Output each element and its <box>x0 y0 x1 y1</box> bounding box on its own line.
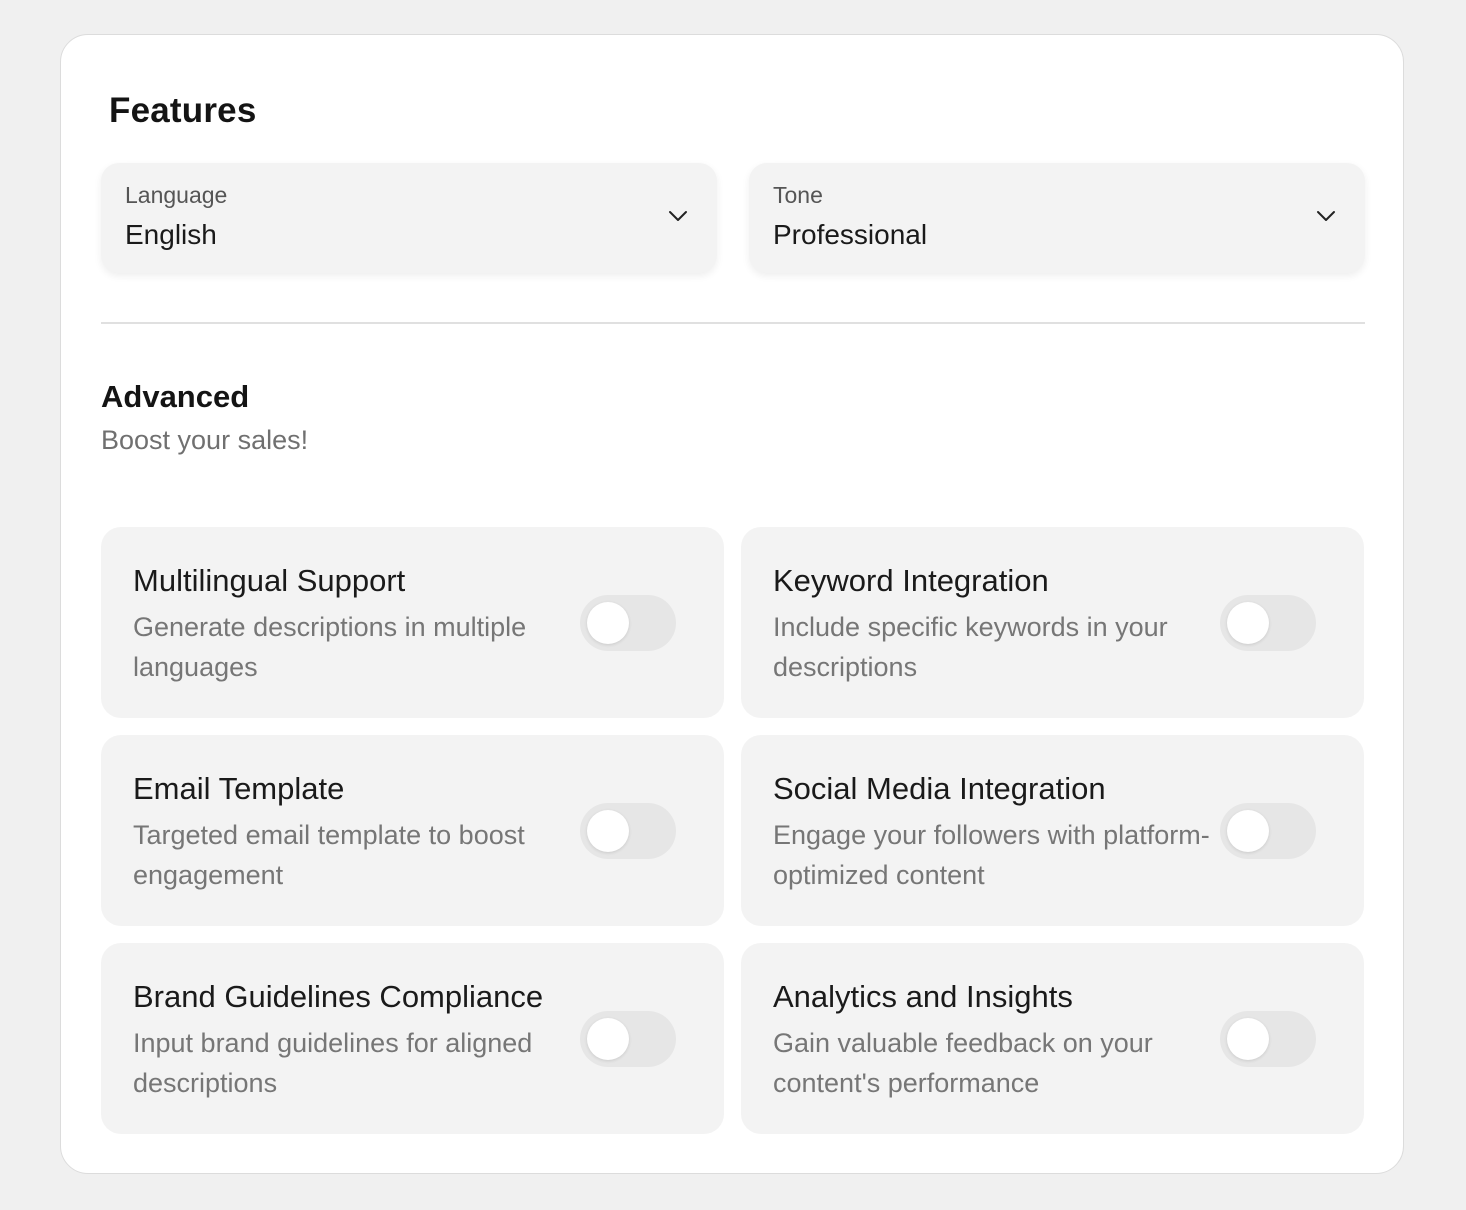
brand-guidelines-compliance-toggle[interactable] <box>580 1011 676 1067</box>
toggle-knob <box>1227 602 1269 644</box>
toggle-knob <box>587 602 629 644</box>
features-card: Features Language English Tone Professio… <box>60 34 1404 1174</box>
feature-card-analytics-and-insights: Analytics and Insights Gain valuable fee… <box>741 943 1364 1134</box>
feature-title: Email Template <box>133 771 345 806</box>
keyword-integration-toggle[interactable] <box>1220 595 1316 651</box>
toggle-knob <box>1227 810 1269 852</box>
advanced-title: Advanced <box>101 379 250 414</box>
feature-card-multilingual-support: Multilingual Support Generate descriptio… <box>101 527 724 718</box>
feature-description: Include specific keywords in your descri… <box>773 612 1168 682</box>
toggle-knob <box>587 810 629 852</box>
feature-title: Multilingual Support <box>133 563 406 598</box>
feature-description: Gain valuable feedback on your content's… <box>773 1028 1153 1098</box>
analytics-and-insights-toggle[interactable] <box>1220 1011 1316 1067</box>
feature-description: Input brand guidelines for aligned descr… <box>133 1028 533 1098</box>
social-media-integration-toggle[interactable] <box>1220 803 1316 859</box>
feature-description: Generate descriptions in multiple langua… <box>133 612 527 682</box>
toggle-knob <box>587 1018 629 1060</box>
language-label: Language <box>125 182 228 208</box>
language-value: English <box>125 219 217 250</box>
tone-select[interactable]: Tone Professional <box>749 163 1365 273</box>
tone-value: Professional <box>773 219 928 250</box>
tone-label: Tone <box>773 182 823 208</box>
feature-card-email-template: Email Template Targeted email template t… <box>101 735 724 926</box>
feature-card-social-media-integration: Social Media Integration Engage your fol… <box>741 735 1364 926</box>
feature-description: Engage your followers with platform-opti… <box>773 820 1210 890</box>
feature-title: Social Media Integration <box>773 771 1106 806</box>
email-template-toggle[interactable] <box>580 803 676 859</box>
multilingual-support-toggle[interactable] <box>580 595 676 651</box>
feature-title: Analytics and Insights <box>773 979 1073 1014</box>
advanced-subtitle: Boost your sales! <box>101 425 309 455</box>
feature-card-keyword-integration: Keyword Integration Include specific key… <box>741 527 1364 718</box>
feature-description: Targeted email template to boost engagem… <box>133 820 525 890</box>
feature-card-brand-guidelines-compliance: Brand Guidelines Compliance Input brand … <box>101 943 724 1134</box>
chevron-down-icon <box>1317 211 1335 221</box>
section-divider <box>101 322 1365 324</box>
language-select[interactable]: Language English <box>101 163 717 273</box>
feature-title: Brand Guidelines Compliance <box>133 979 544 1014</box>
toggle-knob <box>1227 1018 1269 1060</box>
features-title: Features <box>109 91 257 130</box>
chevron-down-icon <box>669 211 687 221</box>
feature-title: Keyword Integration <box>773 563 1049 598</box>
